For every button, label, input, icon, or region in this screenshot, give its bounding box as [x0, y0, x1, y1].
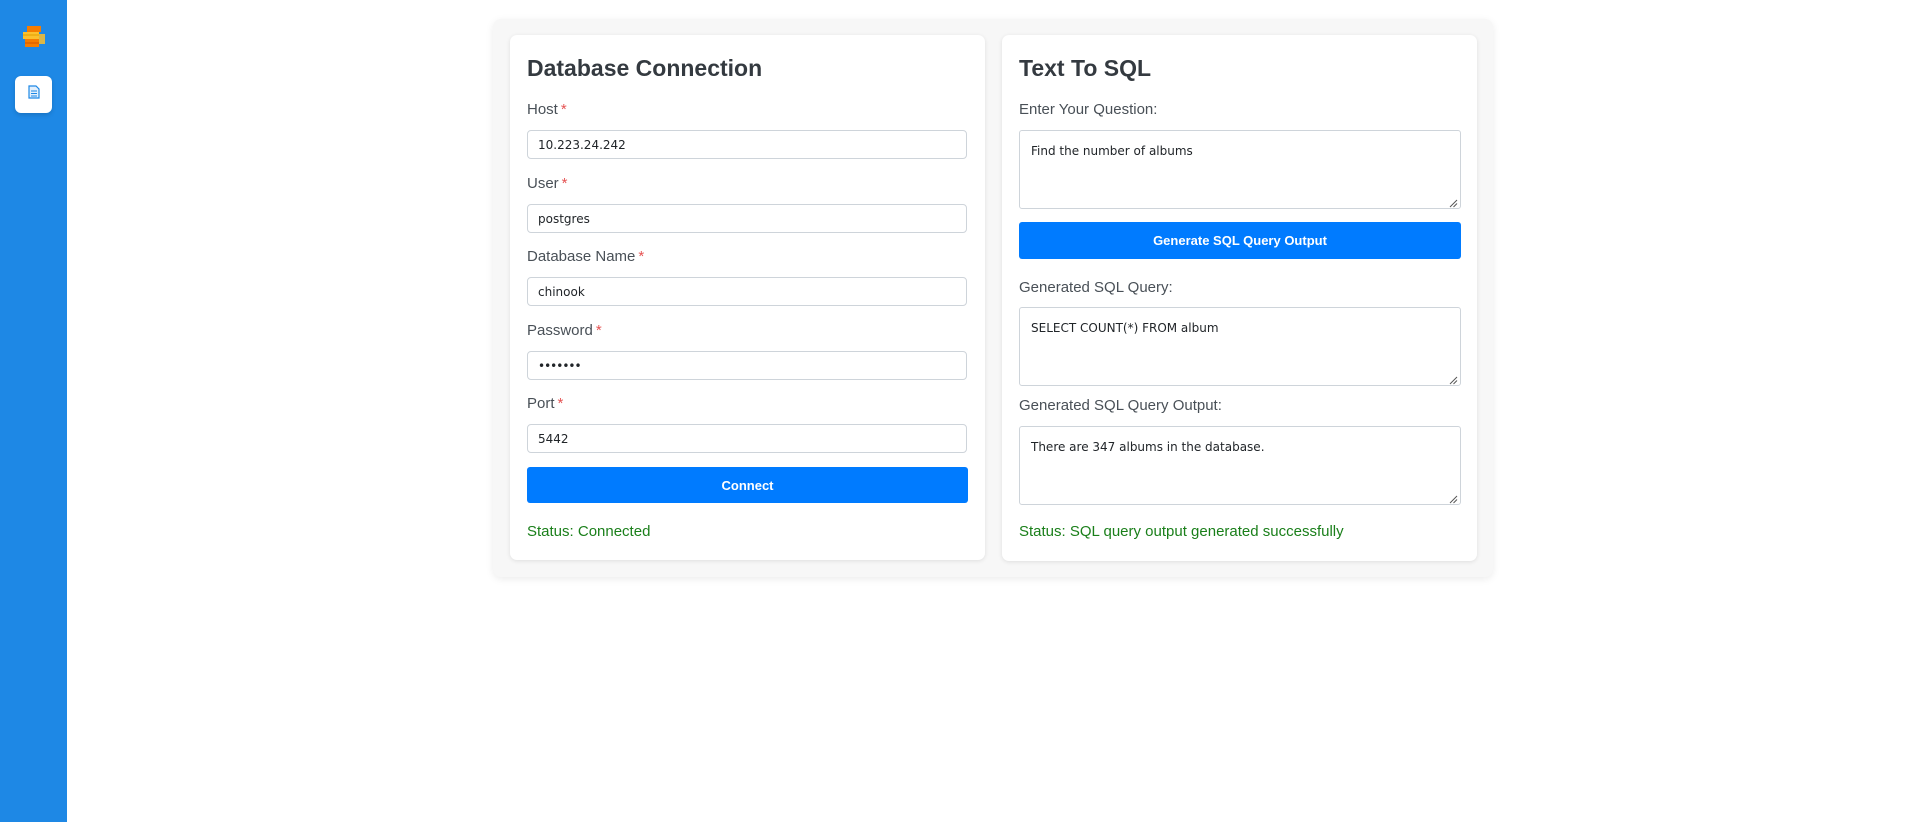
- resize-grip-icon[interactable]: [1449, 493, 1458, 504]
- required-marker: *: [561, 175, 568, 192]
- card-title: Database Connection: [527, 55, 763, 81]
- user-input[interactable]: postgres: [527, 204, 967, 233]
- main-container: Database Connection Host * 10.223.24.242 …: [493, 19, 1493, 577]
- sidebar-item-document[interactable]: [15, 76, 52, 113]
- host-label: Host *: [527, 101, 567, 118]
- database-name-input[interactable]: chinook: [527, 277, 967, 306]
- password-label: Password *: [527, 322, 602, 339]
- app-logo-icon: [21, 24, 47, 50]
- question-label: Enter Your Question:: [1019, 101, 1158, 118]
- database-name-input-value: chinook: [538, 284, 585, 299]
- required-marker: *: [638, 248, 645, 265]
- database-connection-card: Database Connection Host * 10.223.24.242 …: [510, 35, 985, 560]
- generated-query-value: SELECT COUNT(*) FROM album: [1031, 321, 1219, 335]
- password-input-value: •••••••: [538, 358, 582, 373]
- sidebar: [0, 0, 67, 822]
- host-input-value: 10.223.24.242: [538, 137, 626, 152]
- connection-status: Status: Connected: [527, 523, 651, 540]
- database-name-label-text: Database Name: [527, 248, 636, 265]
- query-output-textarea[interactable]: There are 347 albums in the database.: [1019, 426, 1461, 505]
- user-label: User *: [527, 175, 568, 192]
- document-icon: [27, 85, 40, 104]
- question-textarea[interactable]: Find the number of albums: [1019, 130, 1461, 209]
- port-label-text: Port: [527, 395, 555, 412]
- resize-grip-icon[interactable]: [1449, 374, 1458, 385]
- generated-query-label: Generated SQL Query:: [1019, 279, 1173, 296]
- database-name-label: Database Name *: [527, 248, 644, 265]
- required-marker: *: [560, 101, 567, 118]
- user-input-value: postgres: [538, 211, 590, 226]
- query-output-value: There are 347 albums in the database.: [1031, 440, 1265, 454]
- port-input[interactable]: 5442: [527, 424, 967, 453]
- generate-sql-button[interactable]: Generate SQL Query Output: [1019, 222, 1461, 259]
- sql-status: Status: SQL query output generated succe…: [1019, 523, 1344, 540]
- required-marker: *: [557, 395, 564, 412]
- generated-query-textarea[interactable]: SELECT COUNT(*) FROM album: [1019, 307, 1461, 386]
- connect-button[interactable]: Connect: [527, 467, 968, 503]
- question-textarea-value: Find the number of albums: [1031, 144, 1193, 158]
- text-to-sql-card: Text To SQL Enter Your Question: Find th…: [1002, 35, 1477, 561]
- host-label-text: Host: [527, 101, 558, 118]
- password-input[interactable]: •••••••: [527, 351, 967, 380]
- card-title: Text To SQL: [1019, 55, 1152, 81]
- required-marker: *: [595, 322, 602, 339]
- password-label-text: Password: [527, 322, 593, 339]
- port-label: Port *: [527, 395, 563, 412]
- resize-grip-icon[interactable]: [1449, 197, 1458, 208]
- query-output-label: Generated SQL Query Output:: [1019, 397, 1222, 414]
- port-input-value: 5442: [538, 431, 569, 446]
- user-label-text: User: [527, 175, 559, 192]
- host-input[interactable]: 10.223.24.242: [527, 130, 967, 159]
